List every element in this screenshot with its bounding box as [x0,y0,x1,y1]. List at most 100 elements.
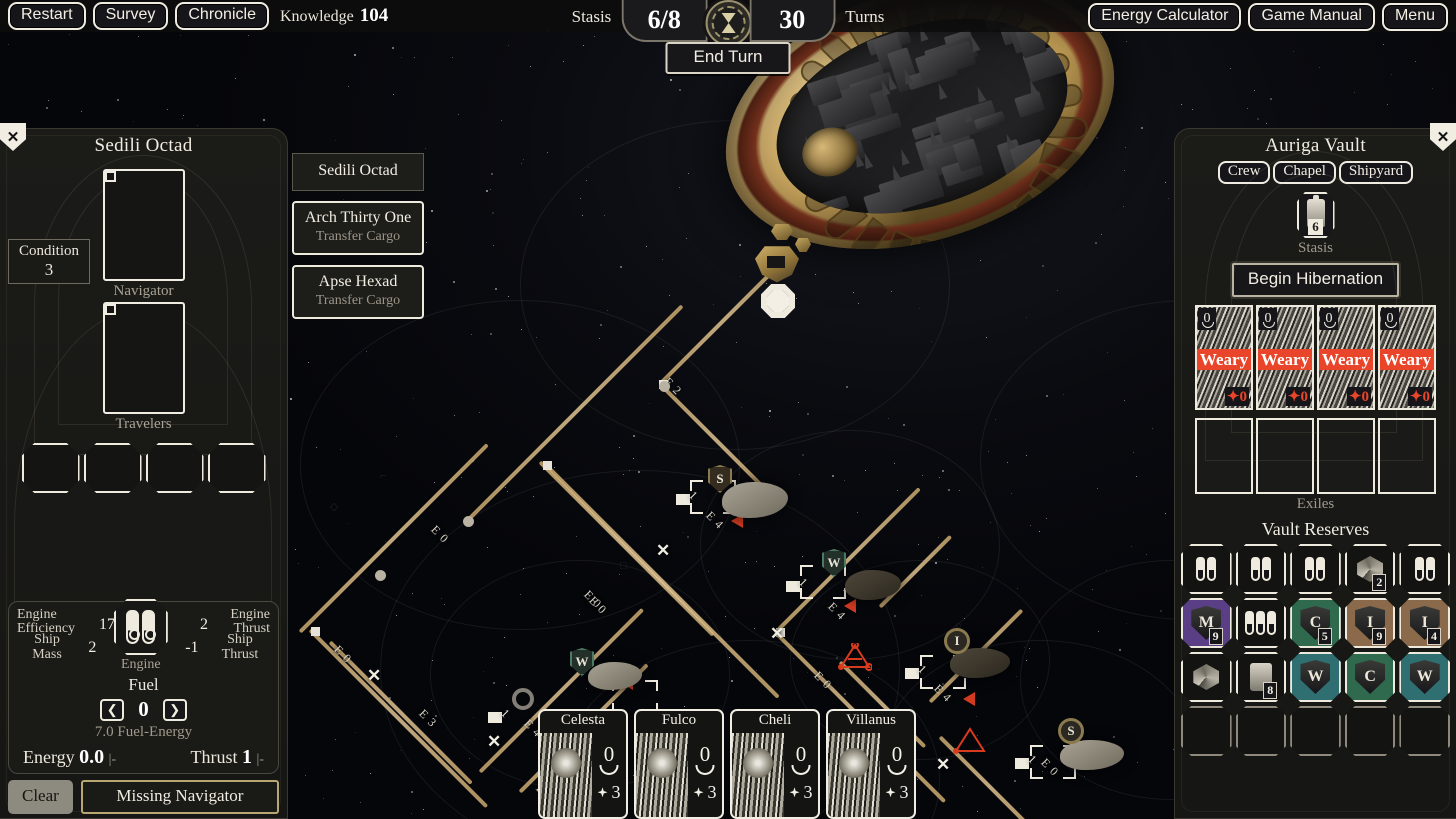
action-card[interactable]: Apse Hexad Transfer Cargo [292,265,424,319]
reserve-empty-slot[interactable] [1345,706,1396,756]
hand-card[interactable]: Celesta 0 3 [538,709,628,819]
thrust-suffix: |- [257,752,264,767]
vault-reserves-grid: 2M9C5I9I48WCW [1175,540,1456,756]
player-ship-icon[interactable] [745,222,815,322]
energy-calculator-button[interactable]: Energy Calculator [1088,3,1241,31]
target-action-list: Sedili Octad Arch Thirty One Transfer Car… [292,153,424,329]
reserve-item[interactable]: I9 [1345,598,1396,648]
hand-card-portrait [732,733,784,817]
hand-card[interactable]: Fulco 0 3 [634,709,724,819]
hand-card-name: Cheli [732,711,818,729]
vault-tab-row: Crew Chapel Shipyard [1175,161,1456,184]
chevron-right-icon[interactable]: ❯ [163,699,187,721]
toolbar-right-group: Energy Calculator Game Manual Menu [1088,3,1448,31]
engine-stats-panel: Engine Efficiency 175 2 Engine Thrust Ship… [8,601,279,774]
reserve-item[interactable]: W [1399,652,1450,702]
engine-quad-icon [1196,557,1216,581]
hand-card-portrait [828,733,880,817]
vault-tab-crew[interactable]: Crew [1218,161,1271,184]
exile-card[interactable]: 0 Weary ✦0 [1195,305,1253,410]
engine-icon[interactable] [114,599,168,655]
chevron-left-icon[interactable]: ❮ [100,699,124,721]
exile-count: 0 [1259,308,1277,330]
reserve-empty-slot[interactable] [1290,706,1341,756]
clear-button[interactable]: Clear [8,780,73,814]
reserve-item[interactable] [1181,544,1232,594]
cluster-icon [1245,611,1276,635]
game-manual-button[interactable]: Game Manual [1248,3,1375,31]
exile-empty-slot[interactable] [1317,418,1375,494]
vault-title: Auriga Vault [1175,129,1456,157]
reserve-item[interactable] [1181,652,1232,702]
chronicle-button[interactable]: Chronicle [175,2,269,30]
action-card[interactable]: Sedili Octad [292,153,424,191]
exile-cost: ✦0 [1408,387,1432,406]
exile-card[interactable]: 0 Weary ✦0 [1317,305,1375,410]
cargo-slot[interactable] [22,443,80,493]
exile-empty-slot[interactable] [1256,418,1314,494]
reserve-empty-slot[interactable] [1181,706,1232,756]
end-turn-button[interactable]: End Turn [666,42,791,74]
exile-count: 0 [1320,308,1338,330]
reserve-count: 4 [1427,628,1441,645]
ship-panel: ✕ Sedili Octad Navigator Travelers Condi… [0,128,288,819]
hand-card[interactable]: Villanus 0 3 [826,709,916,819]
exile-cost: ✦0 [1286,387,1310,406]
reserve-empty-slot[interactable] [1399,706,1450,756]
ship-thrust-value: -1 [185,639,198,657]
reserve-item[interactable] [1399,544,1450,594]
knowledge-value: 104 [360,5,389,26]
reserve-item[interactable]: C [1345,652,1396,702]
navigator-slot[interactable] [103,169,185,281]
ship-mass-label: Ship Mass [17,633,77,662]
hand-card[interactable]: Cheli 0 3 [730,709,820,819]
travelers-slot[interactable] [103,302,185,414]
energy-suffix: |- [109,752,116,767]
reserve-item[interactable]: C5 [1290,598,1341,648]
survey-button[interactable]: Survey [93,2,169,30]
action-card[interactable]: Arch Thirty One Transfer Cargo [292,201,424,255]
action-card-subtitle: Transfer Cargo [298,293,418,309]
toolbar-left-group: Restart Survey Chronicle Knowledge 104 [0,2,388,30]
exile-cost: ✦0 [1347,387,1371,406]
missing-navigator-button[interactable]: Missing Navigator [81,780,279,814]
fuel-label: Fuel [17,675,270,695]
reserve-item[interactable]: I4 [1399,598,1450,648]
ship-thrust-label: Ship Thrust [210,633,270,662]
reserve-item[interactable] [1236,598,1287,648]
exile-empty-slot[interactable] [1378,418,1436,494]
cargo-slot[interactable] [208,443,266,493]
cargo-slot[interactable] [146,443,204,493]
thrust-label: Thrust [191,747,238,767]
condition-label: Condition [19,243,79,259]
turns-value: 30 [749,0,835,42]
engine-quad-icon [1415,557,1435,581]
cargo-slot[interactable] [84,443,142,493]
reserve-item[interactable] [1236,544,1287,594]
reserve-item[interactable] [1290,544,1341,594]
restart-button[interactable]: Restart [8,2,86,30]
exile-card[interactable]: 0 Weary ✦0 [1378,305,1436,410]
stasis-jar-icon[interactable]: 6 [1297,192,1335,238]
vault-tab-chapel[interactable]: Chapel [1273,161,1336,184]
vault-tab-shipyard[interactable]: Shipyard [1339,161,1413,184]
reserve-item[interactable]: 8 [1236,652,1287,702]
reserve-item[interactable]: M9 [1181,598,1232,648]
reserve-count: 5 [1318,628,1332,645]
action-card-subtitle: Transfer Cargo [298,229,418,245]
vault-reserves-title: Vault Reserves [1175,519,1456,540]
reserve-item[interactable]: W [1290,652,1341,702]
engine-quad-icon [1251,557,1271,581]
reserve-item[interactable]: 2 [1345,544,1396,594]
exile-card[interactable]: 0 Weary ✦0 [1256,305,1314,410]
reserve-empty-slot[interactable] [1236,706,1287,756]
exile-card-row: 0 Weary ✦0 0 Weary ✦0 0 Weary ✦0 0 Weary… [1175,305,1456,410]
begin-hibernation-button[interactable]: Begin Hibernation [1232,263,1399,297]
exile-empty-slot[interactable] [1195,418,1253,494]
menu-button[interactable]: Menu [1382,3,1448,31]
stasis-caption: Stasis [1175,240,1456,257]
turns-label: Turns [845,0,884,27]
hand-card-top-value: 0 [700,744,711,765]
turn-cluster: Stasis 6/8 30 Turns [572,0,885,46]
shield-w-icon: W [1410,660,1440,694]
